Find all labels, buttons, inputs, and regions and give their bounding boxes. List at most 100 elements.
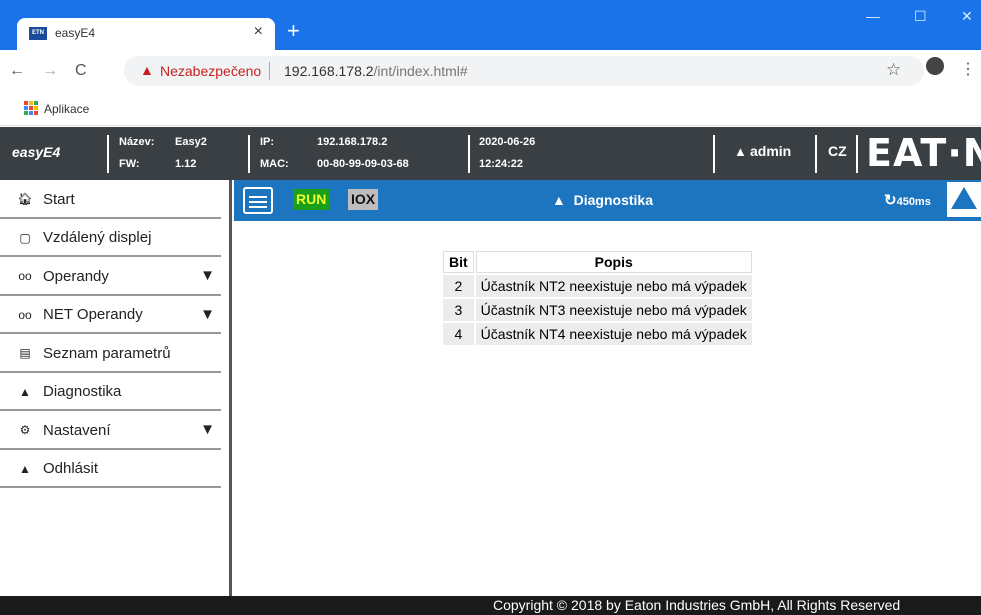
table-row: 2 Účastník NT2 neexistuje nebo má výpade…: [443, 275, 752, 297]
sidebar-item-label: Start: [43, 190, 75, 208]
bookmark-apps-label[interactable]: Aplikace: [44, 102, 89, 116]
table-row: 3 Účastník NT3 neexistuje nebo má výpade…: [443, 299, 752, 321]
home-icon: 🏠︎: [17, 192, 33, 207]
menu-kebab-icon[interactable]: ⋮: [960, 59, 976, 79]
sidebar-item-remote-display[interactable]: ▢ Vzdálený displej: [0, 219, 229, 258]
divider: [713, 135, 715, 173]
run-status-badge: RUN: [293, 189, 330, 210]
ip-value: 192.168.178.2: [317, 136, 388, 148]
account-icon[interactable]: [926, 57, 944, 75]
name-label: Název:: [119, 136, 155, 148]
warning-icon: ▲: [19, 384, 31, 399]
glasses-icon: oo: [18, 269, 32, 284]
iox-status-badge: IOX: [348, 189, 379, 210]
forward-arrow-icon[interactable]: →: [42, 62, 58, 80]
warning-icon: ▲: [552, 192, 574, 208]
browser-tab[interactable]: ETN easyE4 ×: [17, 18, 275, 50]
divider: [248, 135, 250, 173]
fw-value: 1.12: [175, 158, 197, 170]
user-icon: ▲: [19, 461, 31, 476]
app-header: easyE4 Název: Easy2 FW: 1.12 IP: 192.168…: [0, 127, 981, 180]
sidebar-item-label: Vzdálený displej: [43, 229, 152, 247]
apps-grid-icon[interactable]: [24, 101, 38, 115]
description-cell: Účastník NT3 neexistuje nebo má výpadek: [475, 299, 752, 321]
main-toolbar: RUN IOX ▲ Diagnostika ↻450ms: [234, 180, 981, 221]
sidebar-item-label: Operandy: [43, 267, 109, 285]
refresh-icon: ↻: [884, 192, 897, 209]
bit-cell: 3: [443, 299, 474, 321]
reload-icon[interactable]: C: [75, 62, 87, 80]
sidebar-item-operands[interactable]: oo Operandy ▼: [0, 257, 229, 296]
url-host: 192.168.178.2: [284, 63, 374, 79]
chevron-down-icon[interactable]: ▼: [200, 267, 215, 284]
eaton-logo: EAT·N: [866, 131, 981, 175]
hamburger-menu-icon[interactable]: [243, 187, 273, 214]
window-close-icon[interactable]: ✕: [961, 8, 973, 25]
table-row: 4 Účastník NT4 neexistuje nebo má výpade…: [443, 323, 752, 345]
language-switch[interactable]: CZ: [828, 143, 847, 159]
description-cell: Účastník NT2 neexistuje nebo má výpadek: [475, 275, 752, 297]
time-value: 12:24:22: [479, 158, 524, 170]
divider: [107, 135, 109, 173]
sidebar-item-diagnostics[interactable]: ▲ Diagnostika: [0, 373, 229, 412]
mac-value: 00-80-99-09-03-68: [317, 158, 409, 170]
tab-close-icon[interactable]: ×: [254, 23, 263, 41]
name-value: Easy2: [175, 136, 207, 148]
bookmark-star-icon[interactable]: ☆: [886, 60, 901, 80]
warning-icon: ▲: [140, 62, 154, 78]
page-title: ▲ Diagnostika: [552, 192, 653, 208]
sidebar-item-parameters[interactable]: ▤ Seznam parametrů: [0, 334, 229, 373]
app-title: easyE4: [12, 144, 61, 160]
maximize-icon[interactable]: ☐: [914, 8, 927, 25]
copyright-text: Copyright © 2018 by Eaton Industries Gmb…: [493, 597, 901, 613]
list-icon: ▤: [19, 346, 31, 361]
divider: [269, 62, 270, 80]
user-icon: ▲: [734, 144, 747, 159]
cycle-time: ↻450ms: [884, 191, 931, 209]
diagnostics-table: Bit Popis 2 Účastník NT2 neexistuje nebo…: [441, 249, 754, 347]
chevron-down-icon[interactable]: ▼: [200, 421, 215, 438]
bit-cell: 2: [443, 275, 474, 297]
sidebar-item-logout[interactable]: ▲ Odhlásit: [0, 450, 229, 489]
monitor-icon: ▢: [19, 230, 31, 245]
ip-label: IP:: [260, 136, 275, 148]
sidebar-item-start[interactable]: 🏠︎ Start: [0, 180, 229, 219]
sidebar-item-settings[interactable]: ⚙ Nastavení ▼: [0, 411, 229, 450]
back-arrow-icon[interactable]: ←: [9, 62, 25, 80]
footer: Copyright © 2018 by Eaton Industries Gmb…: [0, 596, 981, 615]
divider: [468, 135, 470, 173]
fw-label: FW:: [119, 158, 140, 170]
sidebar-item-net-operands[interactable]: oo NET Operandy ▼: [0, 296, 229, 335]
gear-icon: ⚙: [19, 423, 31, 438]
sidebar: 🏠︎ Start ▢ Vzdálený displej oo Operandy …: [0, 180, 232, 596]
sidebar-item-label: Nastavení: [43, 421, 111, 439]
address-bar-row: ← → C ▲ Nezabezpečeno 192.168.178.2/int/…: [0, 50, 981, 92]
bookmarks-bar: Aplikace: [0, 92, 981, 126]
date-value: 2020-06-26: [479, 136, 536, 148]
sidebar-item-label: Seznam parametrů: [43, 344, 171, 362]
url-path: /int/index.html#: [373, 63, 468, 79]
tab-title: easyE4: [55, 26, 96, 40]
address-bar[interactable]: ▲ Nezabezpečeno 192.168.178.2/int/index.…: [124, 56, 924, 86]
insecure-label[interactable]: Nezabezpečeno: [160, 63, 261, 79]
new-tab-icon[interactable]: +: [287, 20, 300, 42]
divider: [815, 135, 817, 173]
description-cell: Účastník NT4 neexistuje nebo má výpadek: [475, 323, 752, 345]
sidebar-item-label: NET Operandy: [43, 306, 143, 324]
bit-cell: 4: [443, 323, 474, 345]
divider: [856, 135, 858, 173]
scroll-up-button[interactable]: [947, 182, 981, 217]
table-header-row: Bit Popis: [443, 251, 752, 273]
url-text[interactable]: 192.168.178.2/int/index.html#: [284, 63, 468, 79]
browser-titlebar: ETN easyE4 × + — ☐ ✕: [0, 0, 981, 50]
user-name[interactable]: admin: [750, 143, 791, 159]
minimize-icon[interactable]: —: [866, 8, 880, 24]
glasses-icon: oo: [18, 307, 32, 322]
chevron-down-icon[interactable]: ▼: [200, 306, 215, 323]
eaton-favicon-icon: ETN: [29, 27, 47, 40]
mac-label: MAC:: [260, 158, 289, 170]
page-title-text: Diagnostika: [573, 192, 653, 208]
cycle-time-value: 450ms: [896, 196, 931, 208]
sidebar-item-label: Diagnostika: [43, 383, 122, 401]
triangle-up-icon: [951, 187, 977, 209]
